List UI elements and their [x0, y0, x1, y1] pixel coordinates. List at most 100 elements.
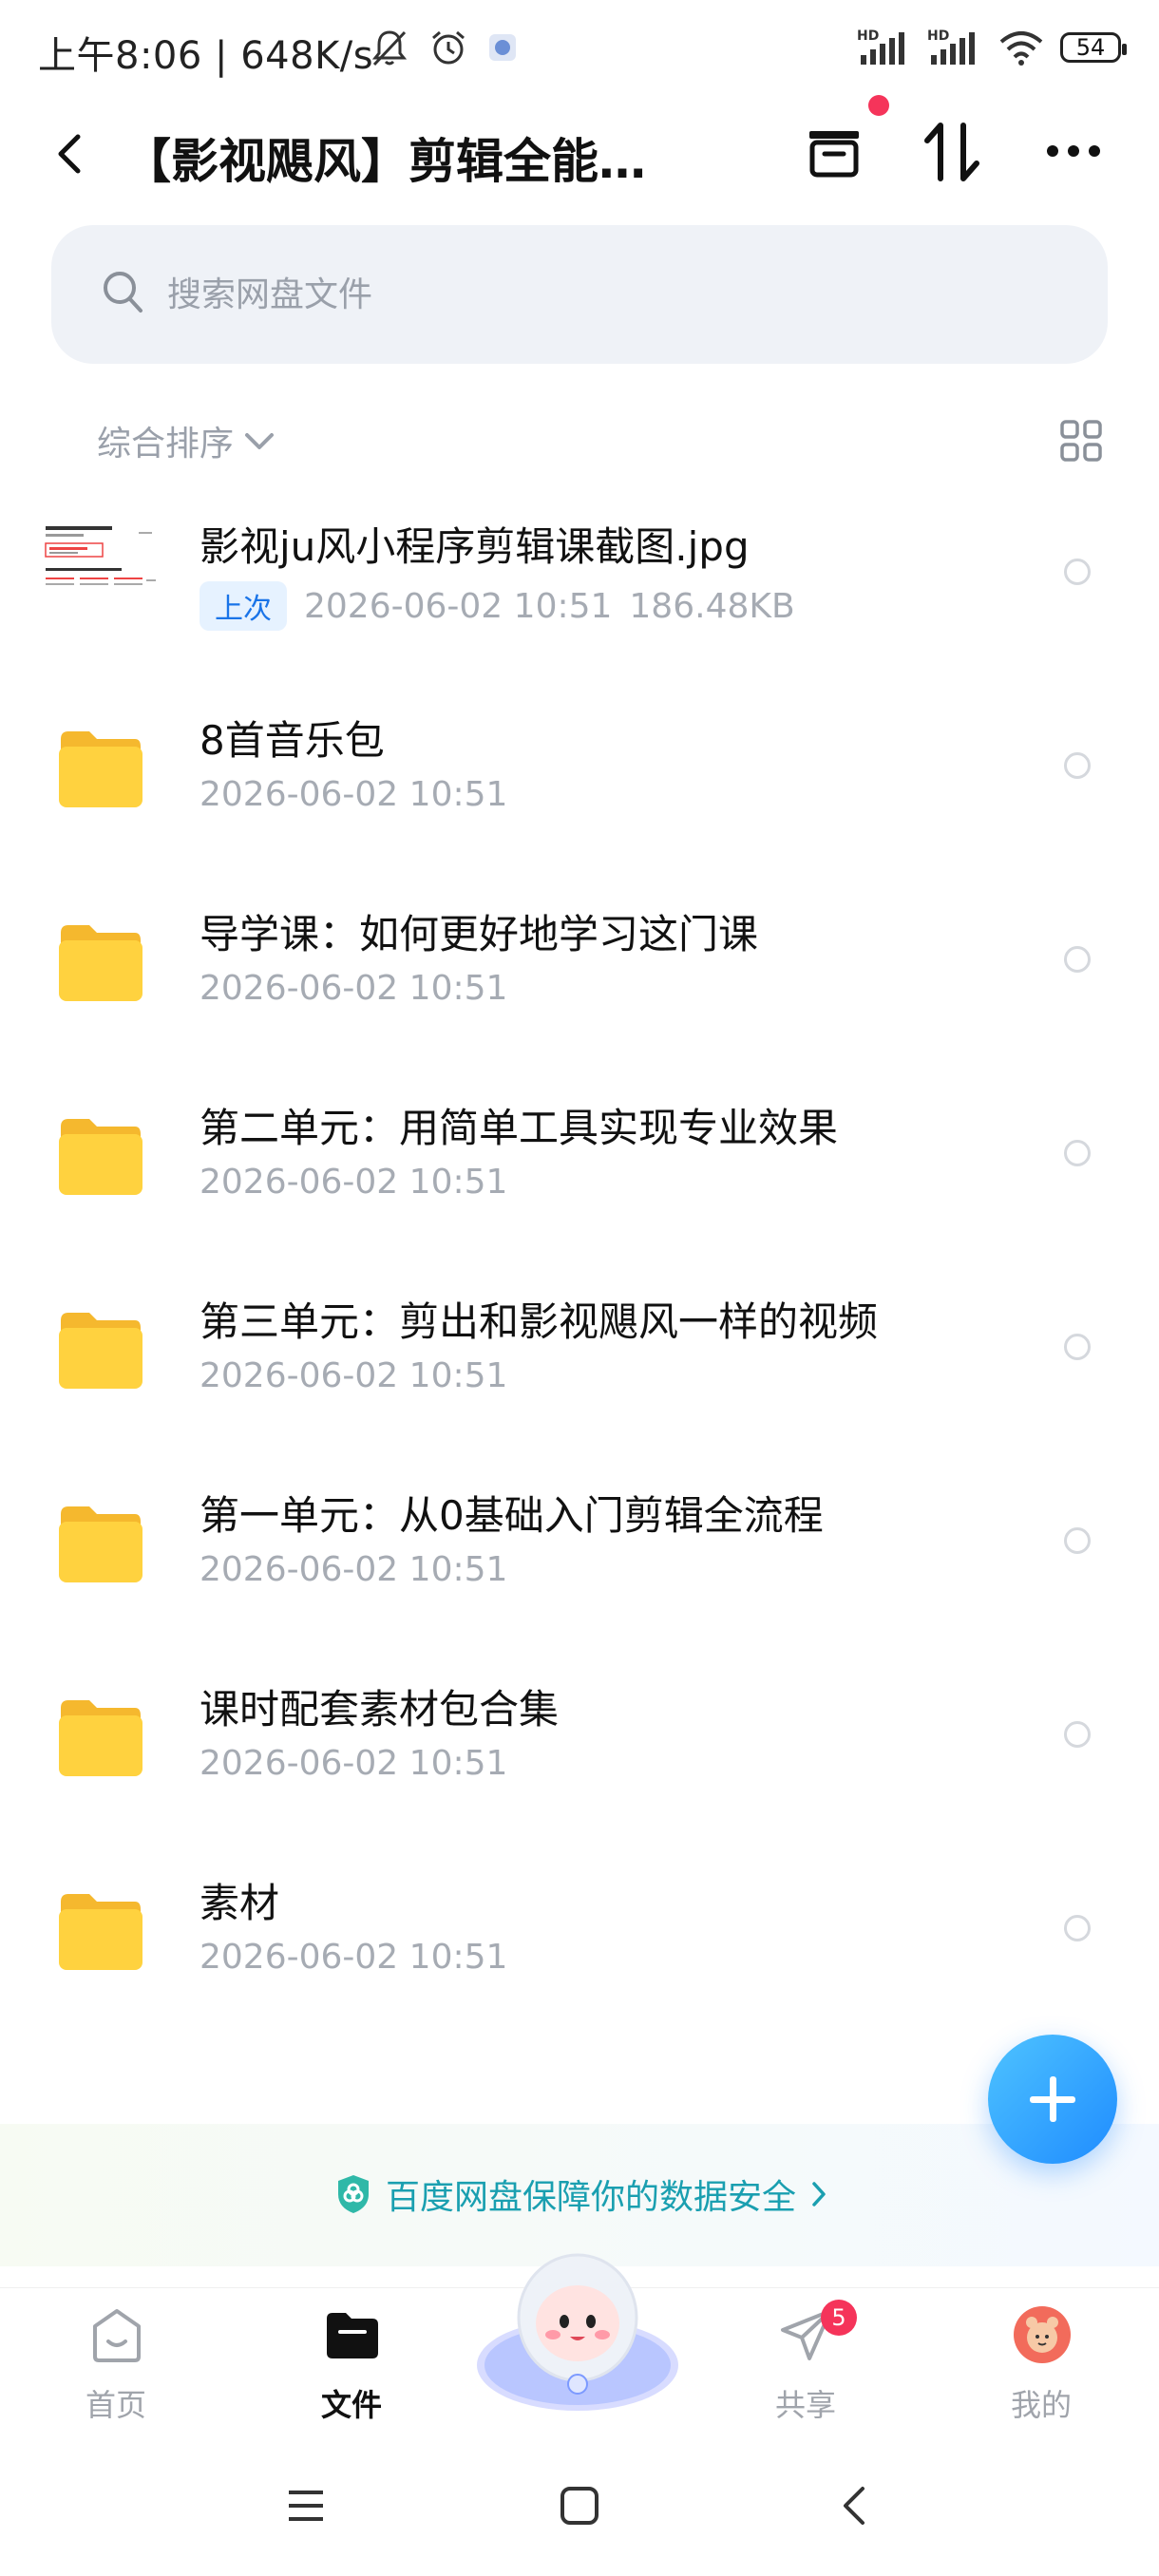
select-checkbox[interactable]: [1064, 1915, 1091, 1941]
folder-icon: [327, 2313, 378, 2358]
select-checkbox[interactable]: [1064, 1527, 1091, 1554]
square-icon: [560, 2487, 598, 2525]
file-meta: 2026-06-02 10:51: [200, 1938, 507, 1977]
file-name: 素材: [200, 1880, 280, 1926]
folder-row[interactable]: 第二单元：用简单工具实现专业效果 2026-06-02 10:51: [0, 1056, 1159, 1250]
file-meta: 2026-06-02 10:51: [200, 1744, 507, 1783]
recent-apps-button[interactable]: [283, 2483, 329, 2532]
chevron-left-icon: [844, 2487, 864, 2525]
image-thumbnail: [44, 515, 158, 629]
signal-icon-2: HD: [927, 28, 975, 65]
signal-icon: HD: [857, 28, 904, 65]
select-checkbox[interactable]: [1064, 1721, 1091, 1748]
grid-view-toggle[interactable]: [1058, 418, 1104, 467]
folder-icon: [59, 1700, 142, 1776]
folder-row[interactable]: 第三单元：剪出和影视飓风一样的视频 2026-06-02 10:51: [0, 1250, 1159, 1444]
file-date: 2026-06-02 10:51: [200, 1550, 508, 1589]
folder-row[interactable]: 素材 2026-06-02 10:51: [0, 1831, 1159, 2025]
folder-icon-wrap: [55, 1113, 146, 1199]
folder-icon-wrap: [55, 1307, 146, 1392]
folder-row[interactable]: 第一单元：从0基础入门剪辑全流程 2026-06-02 10:51: [0, 1444, 1159, 1638]
tab-label: 我的: [1010, 2387, 1072, 2423]
battery-indicator: 54: [1060, 32, 1127, 63]
avatar-icon: [1014, 2306, 1071, 2363]
folder-row[interactable]: 8首音乐包 2026-06-02 10:51: [0, 669, 1159, 862]
file-size: 186.48KB: [629, 586, 795, 626]
file-meta: 2026-06-02 10:51: [200, 1550, 507, 1589]
folder-icon: [59, 1506, 142, 1582]
folder-icon: [59, 1894, 142, 1970]
folder-icon-wrap: [55, 1888, 146, 1974]
tab-home[interactable]: 首页: [40, 2288, 192, 2450]
folder-icon-wrap: [55, 1501, 146, 1586]
app-notification-icon: [489, 34, 516, 61]
grid-view-icon: [1060, 420, 1102, 462]
select-checkbox[interactable]: [1064, 946, 1091, 973]
file-name: 课时配套素材包合集: [200, 1686, 560, 1733]
folder-row[interactable]: 导学课：如何更好地学习这门课 2026-06-02 10:51: [0, 862, 1159, 1056]
back-button[interactable]: [46, 125, 93, 182]
folder-icon: [59, 731, 142, 807]
file-meta: 2026-06-02 10:51: [200, 1163, 507, 1202]
back-nav-button[interactable]: [832, 2483, 878, 2532]
more-dots-icon: [1047, 145, 1100, 157]
tab-label: 共享: [774, 2387, 836, 2423]
system-nav-bar: [0, 2449, 1159, 2576]
folder-icon-wrap: [55, 726, 146, 811]
notification-dot: [868, 95, 889, 116]
file-meta: 上次 2026-06-02 10:51 186.48KB: [200, 581, 795, 631]
select-checkbox[interactable]: [1064, 1140, 1091, 1166]
folder-icon-wrap: [55, 919, 146, 1005]
banner-text: 百度网盘保障你的数据安全: [386, 2178, 797, 2217]
chevron-right-icon: [812, 2182, 826, 2207]
file-date: 2026-06-02 10:51: [200, 1744, 508, 1783]
select-checkbox[interactable]: [1064, 559, 1091, 585]
svg-text:HD: HD: [927, 28, 949, 44]
tab-files[interactable]: 文件: [276, 2288, 428, 2450]
file-meta: 2026-06-02 10:51: [200, 775, 507, 814]
svg-text:HD: HD: [857, 28, 879, 44]
file-meta: 2026-06-02 10:51: [200, 1356, 507, 1395]
select-checkbox[interactable]: [1064, 752, 1091, 779]
transfer-arrows-icon: [924, 123, 979, 181]
top-bar: 【影视飓风】剪辑全能必...: [0, 95, 1159, 199]
status-time: 上午8:06 | 648K/s: [38, 34, 374, 78]
file-name: 第二单元：用简单工具实现专业效果: [200, 1105, 839, 1151]
file-date: 2026-06-02 10:51: [200, 1938, 508, 1977]
tab-share[interactable]: 5 共享: [730, 2288, 882, 2450]
share-badge: 5: [821, 2300, 857, 2336]
mute-bell-icon: [371, 30, 408, 66]
archive-button[interactable]: [804, 122, 864, 182]
sort-dropdown[interactable]: 综合排序: [97, 416, 276, 465]
status-left-icons: [369, 25, 519, 70]
home-icon: [93, 2309, 141, 2362]
sort-label: 综合排序: [97, 425, 235, 464]
file-date: 2026-06-02 10:51: [200, 969, 508, 1008]
file-name: 第三单元：剪出和影视飓风一样的视频: [200, 1298, 879, 1345]
archive-icon: [809, 131, 859, 178]
menu-lines-icon: [289, 2491, 323, 2521]
file-date: 2026-06-02 10:51: [200, 1163, 508, 1202]
file-date: 2026-06-02 10:51: [200, 775, 508, 814]
file-row[interactable]: 影视ju风小程序剪辑课截图.jpg 上次 2026-06-02 10:51 18…: [0, 475, 1159, 669]
security-banner-link[interactable]: 百度网盘保障你的数据安全: [334, 2169, 828, 2219]
more-button[interactable]: [1043, 137, 1104, 165]
assistant-mascot-button[interactable]: [475, 2232, 680, 2413]
status-right-icons: HD HD 54: [857, 25, 1127, 70]
folder-icon: [59, 925, 142, 1001]
wifi-icon: [999, 31, 1043, 66]
add-button[interactable]: [988, 2035, 1117, 2164]
folder-row[interactable]: 课时配套素材包合集 2026-06-02 10:51: [0, 1638, 1159, 1831]
search-icon: [104, 272, 142, 313]
tab-me[interactable]: 我的: [965, 2288, 1117, 2450]
search-bar[interactable]: [51, 225, 1108, 364]
last-opened-badge: 上次: [200, 581, 287, 631]
search-input[interactable]: [165, 259, 1005, 330]
select-checkbox[interactable]: [1064, 1334, 1091, 1360]
file-name: 8首音乐包: [200, 717, 385, 764]
status-bar: 上午8:06 | 648K/s HD HD 54: [0, 0, 1159, 95]
image-thumbnail-icon: [44, 515, 158, 629]
chevron-left-icon: [58, 134, 81, 174]
home-nav-button[interactable]: [557, 2483, 602, 2532]
transfer-button[interactable]: [920, 118, 984, 186]
